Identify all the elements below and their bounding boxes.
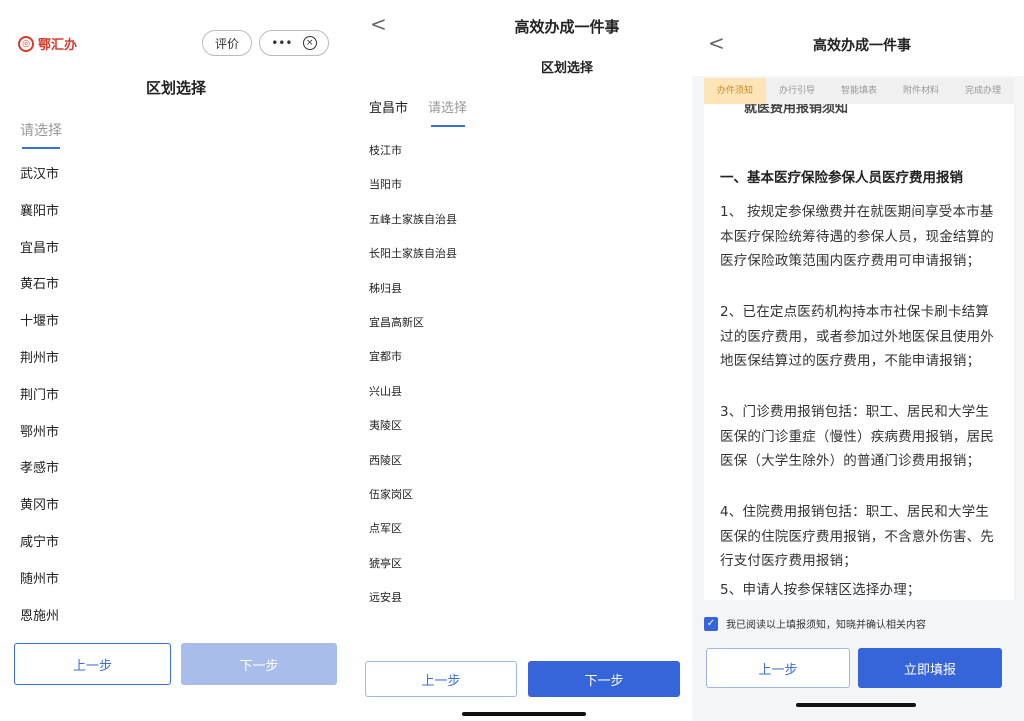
district-item[interactable]: 西陵区 bbox=[369, 450, 457, 484]
notice-paragraph: 2、已在定点医药机构持本市社保卡刷卡结算过的医疗费用，或者参加过外地医保且使用外… bbox=[720, 304, 994, 370]
city-item[interactable]: 荆州市 bbox=[20, 344, 59, 381]
header-bar: < 高效办成一件事 bbox=[692, 0, 1024, 76]
city-item[interactable]: 十堰市 bbox=[20, 307, 59, 344]
home-indicator bbox=[796, 703, 916, 707]
app-brand: ◎ 鄂汇办 bbox=[18, 34, 77, 53]
district-item[interactable]: 伍家岗区 bbox=[369, 484, 457, 518]
city-item[interactable]: 黄冈市 bbox=[20, 491, 59, 528]
step-tab[interactable]: 附件材料 bbox=[890, 78, 952, 104]
submit-button[interactable]: 立即填报 bbox=[858, 648, 1002, 688]
notice-panel: < 高效办成一件事 办件须知 办行引导 智能填表 附件材料 完成办理 就医费用报… bbox=[692, 0, 1024, 721]
district-list: 枝江市 当阳市 五峰土家族自治县 长阳土家族自治县 秭归县 宜昌高新区 宜都市 … bbox=[369, 140, 457, 621]
step-tab[interactable]: 办件须知 bbox=[704, 78, 766, 104]
tab-please-select[interactable]: 请选择 bbox=[20, 120, 62, 140]
district-item[interactable]: 宜昌高新区 bbox=[369, 312, 457, 346]
tab-please-select[interactable]: 请选择 bbox=[428, 97, 467, 116]
close-icon[interactable]: × bbox=[302, 36, 317, 50]
notice-paragraph: 5、申请人按参保辖区选择办理； bbox=[720, 582, 921, 598]
tab-active-indicator bbox=[431, 125, 465, 127]
page-subtitle: 区划选择 bbox=[540, 61, 593, 76]
step-tab[interactable]: 智能填表 bbox=[828, 78, 890, 104]
agreement-text: 我已阅读以上填报须知，知晓并确认相关内容 bbox=[726, 620, 926, 631]
evaluate-button[interactable]: 评价 bbox=[202, 30, 252, 56]
city-item[interactable]: 恩施州 bbox=[20, 602, 59, 639]
back-chevron-icon[interactable]: < bbox=[708, 31, 725, 55]
notice-paragraph: 1、 按规定参保缴费并在就医期间享受本市基本医疗保险统筹待遇的参保人员，现金结算… bbox=[720, 204, 994, 270]
district-item[interactable]: 长阳土家族自治县 bbox=[369, 243, 457, 277]
miniapp-capsule: ••• × bbox=[259, 30, 329, 56]
prev-step-button[interactable]: 上一步 bbox=[14, 643, 171, 685]
tab-active-indicator bbox=[22, 147, 60, 149]
checkbox-checked-icon[interactable]: ✓ bbox=[704, 616, 718, 631]
prev-step-button[interactable]: 上一步 bbox=[706, 648, 850, 688]
step-tab[interactable]: 办行引导 bbox=[766, 78, 828, 104]
notice-paragraph: 3、门诊费用报销包括：职工、居民和大学生医保的门诊重症（慢性）疾病费用报销，居民… bbox=[720, 404, 994, 470]
district-item[interactable]: 当阳市 bbox=[369, 174, 457, 208]
tab-selected-city[interactable]: 宜昌市 bbox=[369, 97, 408, 116]
back-chevron-icon[interactable]: < bbox=[370, 12, 387, 36]
more-icon[interactable]: ••• bbox=[271, 36, 292, 50]
district-item[interactable]: 秭归县 bbox=[369, 278, 457, 312]
district-item[interactable]: 兴山县 bbox=[369, 381, 457, 415]
notice-content: 就医费用报销须知 一、基本医疗保险参保人员医疗费用报销 1、 按规定参保缴费并在… bbox=[704, 104, 1014, 600]
district-item[interactable]: 远安县 bbox=[369, 587, 457, 621]
page-header: 高效办成一件事 bbox=[813, 38, 911, 54]
city-list: 武汉市 襄阳市 宜昌市 黄石市 十堰市 荆州市 荆门市 鄂州市 孝感市 黄冈市 … bbox=[20, 160, 59, 638]
prev-step-button[interactable]: 上一步 bbox=[365, 661, 517, 697]
section-heading: 一、基本医疗保险参保人员医疗费用报销 bbox=[720, 170, 963, 186]
next-step-button[interactable]: 下一步 bbox=[181, 643, 337, 685]
page-title: 区划选择 bbox=[145, 79, 206, 97]
district-item[interactable]: 点军区 bbox=[369, 518, 457, 552]
step-tab[interactable]: 完成办理 bbox=[952, 78, 1014, 104]
brand-logo-icon: ◎ bbox=[18, 35, 34, 52]
city-item[interactable]: 宜昌市 bbox=[20, 234, 59, 271]
city-item[interactable]: 襄阳市 bbox=[20, 197, 59, 234]
district-item[interactable]: 枝江市 bbox=[369, 140, 457, 174]
city-item[interactable]: 随州市 bbox=[20, 565, 59, 602]
next-step-button[interactable]: 下一步 bbox=[528, 661, 680, 697]
region-select-panel: ◎ 鄂汇办 评价 ••• × 区划选择 请选择 武汉市 襄阳市 宜昌市 黄石市 … bbox=[0, 0, 352, 721]
district-item[interactable]: 夷陵区 bbox=[369, 415, 457, 449]
district-select-panel: < 高效办成一件事 区划选择 宜昌市 请选择 枝江市 当阳市 五峰土家族自治县 … bbox=[352, 0, 692, 721]
notice-paragraph: 4、住院费用报销包括：职工、居民和大学生医保的住院医疗费用报销，不含意外伤害、先… bbox=[720, 504, 994, 570]
district-item[interactable]: 五峰土家族自治县 bbox=[369, 209, 457, 243]
home-indicator bbox=[462, 712, 586, 716]
brand-name: 鄂汇办 bbox=[38, 38, 78, 53]
district-item[interactable]: 宜都市 bbox=[369, 346, 457, 380]
city-item[interactable]: 鄂州市 bbox=[20, 418, 59, 455]
city-item[interactable]: 咸宁市 bbox=[20, 528, 59, 565]
city-item[interactable]: 武汉市 bbox=[20, 160, 59, 197]
city-item[interactable]: 黄石市 bbox=[20, 270, 59, 307]
cut-off-title: 就医费用报销须知 bbox=[744, 104, 849, 116]
agreement-row[interactable]: ✓ 我已阅读以上填报须知，知晓并确认相关内容 bbox=[704, 616, 926, 631]
city-item[interactable]: 孝感市 bbox=[20, 454, 59, 491]
page-header: 高效办成一件事 bbox=[514, 18, 620, 36]
district-item[interactable]: 猇亭区 bbox=[369, 553, 457, 587]
city-item[interactable]: 荆门市 bbox=[20, 381, 59, 418]
step-tabs: 办件须知 办行引导 智能填表 附件材料 完成办理 bbox=[704, 78, 1014, 104]
